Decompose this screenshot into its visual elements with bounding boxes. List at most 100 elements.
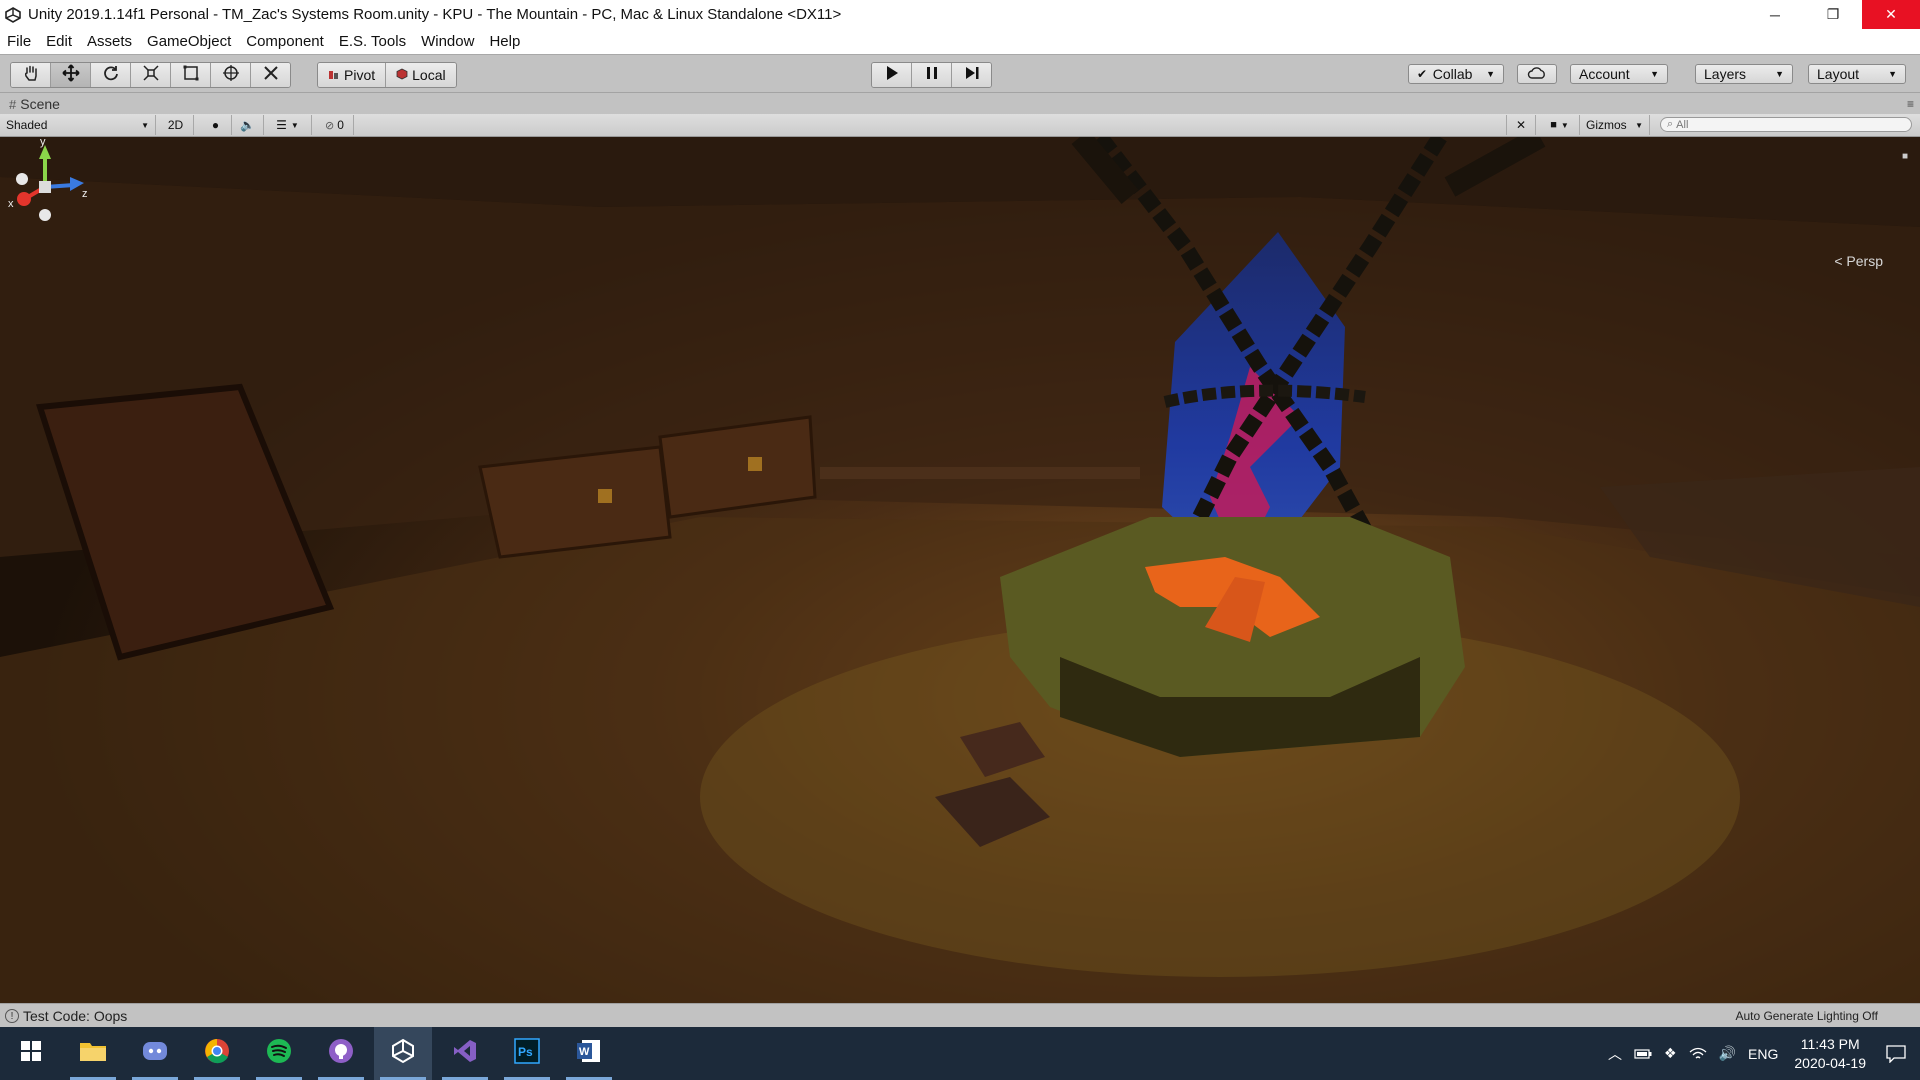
menu-component[interactable]: Component	[239, 33, 332, 50]
panel-menu-icon[interactable]: ≡	[1907, 97, 1914, 111]
transform-tool-button[interactable]	[211, 63, 251, 87]
camera-dropdown[interactable]: ■ ▼	[1540, 115, 1580, 135]
local-label: Local	[412, 67, 446, 83]
chevron-down-icon: ▼	[141, 120, 149, 130]
clock[interactable]: 11:43 PM 2020-04-19	[1794, 1035, 1866, 1073]
lighting-toggle[interactable]: ●	[200, 115, 232, 135]
menu-es-tools[interactable]: E.S. Tools	[332, 33, 414, 50]
menu-window[interactable]: Window	[414, 33, 482, 50]
account-dropdown[interactable]: Account ▼	[1570, 64, 1668, 84]
taskbar-unity[interactable]	[374, 1027, 432, 1080]
dropbox-icon[interactable]: ❖	[1664, 1045, 1677, 1062]
console-message[interactable]: Test Code: Oops	[23, 1008, 127, 1024]
rotate-tool-button[interactable]	[91, 63, 131, 87]
language-indicator[interactable]: ENG	[1748, 1046, 1778, 1062]
cloud-button[interactable]	[1517, 64, 1557, 84]
menu-file[interactable]: File	[0, 33, 39, 50]
chevron-down-icon: ▼	[1486, 69, 1495, 79]
notifications-icon[interactable]	[1886, 1044, 1906, 1063]
play-button[interactable]	[872, 63, 912, 87]
volume-icon[interactable]: 🔊	[1719, 1045, 1736, 1062]
windows-icon	[21, 1041, 41, 1066]
unity-icon	[4, 6, 22, 24]
close-button[interactable]: ✕	[1862, 0, 1920, 29]
collab-dropdown[interactable]: ✔ Collab ▼	[1408, 64, 1504, 84]
chevron-down-icon: ▼	[1650, 69, 1659, 79]
gizmos-dropdown[interactable]: Gizmos ▼	[1580, 115, 1650, 135]
scale-tool-button[interactable]	[131, 63, 171, 87]
custom-tool-button[interactable]	[251, 63, 290, 87]
minimize-button[interactable]: ─	[1746, 0, 1804, 29]
effects-icon: ☰	[276, 118, 287, 132]
chevron-down-icon: ▼	[1635, 120, 1643, 130]
taskbar-file-explorer[interactable]	[64, 1027, 122, 1080]
x-axis-arrow-icon[interactable]	[17, 192, 31, 206]
hand-tool-button[interactable]	[11, 63, 51, 87]
projection-toggle[interactable]: < Persp	[1834, 253, 1883, 269]
hidden-objects-counter[interactable]: ⊘ 0	[316, 115, 354, 135]
orientation-gizmo[interactable]: y x z	[0, 137, 90, 237]
pause-button[interactable]	[912, 63, 952, 87]
account-label: Account	[1579, 66, 1630, 82]
lock-icon[interactable]: ■	[1902, 151, 1908, 162]
taskbar-visual-studio[interactable]	[436, 1027, 494, 1080]
rect-tool-button[interactable]	[171, 63, 211, 87]
chevron-up-icon[interactable]: ︿	[1608, 1044, 1622, 1064]
tab-scene[interactable]: # Scene	[9, 96, 60, 112]
menu-edit[interactable]: Edit	[39, 33, 80, 50]
local-button[interactable]: Local	[386, 63, 456, 87]
layers-dropdown[interactable]: Layers ▼	[1695, 64, 1793, 84]
restore-button[interactable]: ❐	[1804, 0, 1862, 29]
pivot-button[interactable]: Pivot	[318, 63, 387, 87]
discord-icon	[141, 1039, 169, 1068]
chevron-down-icon: ▼	[1888, 69, 1897, 79]
scene-search-input[interactable]: ⌕ All	[1660, 117, 1912, 132]
toggle-2d-button[interactable]: 2D	[158, 115, 194, 135]
taskbar-spotify[interactable]	[250, 1027, 308, 1080]
persp-icon: <	[1834, 253, 1843, 269]
camera-icon: ■	[1550, 119, 1557, 131]
layers-label: Layers	[1704, 66, 1747, 82]
tools-toggle[interactable]: ✕	[1506, 115, 1536, 135]
chevron-down-icon: ▼	[290, 120, 299, 130]
menu-gameobject[interactable]: GameObject	[140, 33, 239, 50]
effects-dropdown[interactable]: ☰ ▼	[264, 115, 312, 135]
shading-mode-label: Shaded	[6, 118, 48, 132]
speaker-icon: 🔈	[240, 118, 255, 132]
taskbar-github-desktop[interactable]	[312, 1027, 370, 1080]
wifi-icon[interactable]	[1689, 1047, 1707, 1061]
chevron-down-icon: ▼	[1775, 69, 1784, 79]
layout-dropdown[interactable]: Layout ▼	[1808, 64, 1906, 84]
cube-icon	[396, 67, 408, 83]
taskbar-photoshop[interactable]: Ps	[498, 1027, 556, 1080]
pause-icon	[924, 65, 940, 86]
pivot-label: Pivot	[344, 67, 376, 83]
play-icon	[884, 65, 900, 86]
shading-mode-dropdown[interactable]: Shaded ▼	[0, 115, 156, 135]
check-icon: ✔	[1417, 67, 1428, 81]
taskbar-word[interactable]: W	[560, 1027, 618, 1080]
chevron-down-icon: ▼	[1560, 120, 1569, 130]
collab-label: Collab	[1432, 66, 1473, 82]
gizmo-y-label: y	[40, 137, 46, 148]
pivot-icon	[328, 67, 340, 83]
tab-scene-label: Scene	[20, 96, 60, 112]
audio-toggle[interactable]: 🔈	[232, 115, 264, 135]
battery-icon[interactable]	[1634, 1048, 1652, 1060]
lighting-status: Auto Generate Lighting Off	[1735, 1009, 1878, 1023]
search-icon: ⌕	[1667, 118, 1674, 130]
hand-icon	[22, 64, 40, 87]
step-button[interactable]	[952, 63, 991, 87]
taskbar-chrome[interactable]	[188, 1027, 246, 1080]
menu-help[interactable]: Help	[482, 33, 528, 50]
layout-label: Layout	[1817, 66, 1860, 82]
menu-assets[interactable]: Assets	[80, 33, 140, 50]
status-bar: ! Test Code: Oops Auto Generate Lighting…	[0, 1003, 1920, 1028]
start-button[interactable]	[2, 1027, 60, 1080]
scene-viewport[interactable]: y x z ■ < Persp	[0, 137, 1920, 1003]
cloud-icon	[1527, 66, 1547, 82]
move-tool-button[interactable]	[51, 63, 91, 87]
taskbar-discord[interactable]	[126, 1027, 184, 1080]
windows-taskbar: Ps W ︿ ❖ 🔊 ENG 11:43 PM 2020-04-19	[0, 1027, 1920, 1080]
tools-icon: ✕	[1515, 118, 1527, 132]
